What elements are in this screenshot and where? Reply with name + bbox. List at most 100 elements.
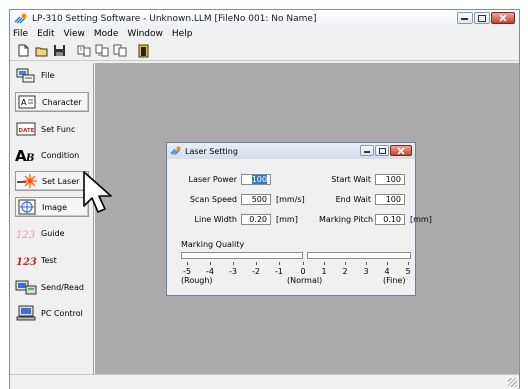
save-disk-icon bbox=[54, 45, 65, 56]
maximize-button[interactable] bbox=[474, 12, 490, 24]
menu-edit[interactable]: Edit bbox=[37, 29, 54, 39]
sidebar-item-label: Send/Read bbox=[41, 282, 84, 292]
end-wait-input[interactable]: 100 bbox=[375, 194, 405, 205]
quality-tick bbox=[408, 262, 409, 265]
menu-mode[interactable]: Mode bbox=[94, 29, 119, 39]
minimize-button[interactable] bbox=[457, 12, 473, 24]
quality-tick bbox=[279, 262, 280, 265]
dialog-maximize-button[interactable] bbox=[375, 145, 389, 156]
sidebar-item-pc-control[interactable]: PC Control bbox=[15, 303, 89, 323]
copy-icon bbox=[113, 44, 126, 57]
new-file-button[interactable] bbox=[16, 43, 31, 58]
quality-scale-label: 4 bbox=[384, 267, 390, 276]
start-wait-input[interactable]: 100 bbox=[375, 174, 405, 185]
quality-scale-label: 5 bbox=[405, 267, 411, 276]
file-computer-icon bbox=[15, 67, 37, 83]
quality-scale-label: -1 bbox=[275, 267, 283, 276]
sidebar-item-label: Condition bbox=[41, 150, 80, 160]
quality-tick bbox=[210, 262, 211, 265]
exit-button[interactable] bbox=[136, 43, 151, 58]
image-icon bbox=[16, 199, 38, 215]
quality-scale-label: -3 bbox=[229, 267, 237, 276]
sidebar-item-label: Image bbox=[42, 202, 68, 212]
app-laser-icon bbox=[170, 146, 181, 155]
laser-icon bbox=[16, 173, 38, 189]
maximize-icon bbox=[378, 147, 386, 154]
dialog-minimize-button[interactable] bbox=[360, 145, 374, 156]
sidebar-item-character[interactable]: A Character bbox=[15, 92, 89, 112]
open-button[interactable] bbox=[34, 43, 49, 58]
quality-scale-label: -2 bbox=[252, 267, 260, 276]
copy-button[interactable] bbox=[112, 43, 127, 58]
exit-door-icon bbox=[138, 44, 148, 57]
svg-text:123: 123 bbox=[16, 230, 35, 240]
sidebar-item-label: Set Func bbox=[41, 124, 76, 134]
close-icon bbox=[499, 14, 507, 22]
transfer-button[interactable] bbox=[94, 43, 109, 58]
quality-tick bbox=[324, 262, 325, 265]
scan-speed-input[interactable]: 500 bbox=[241, 194, 271, 205]
sidebar-item-set-laser[interactable]: Set Laser bbox=[15, 171, 89, 191]
minimize-icon bbox=[461, 18, 468, 20]
svg-text:123: 123 bbox=[16, 257, 37, 267]
status-bar bbox=[10, 374, 519, 389]
marking-quality-fine-track[interactable] bbox=[307, 252, 411, 259]
quality-tick bbox=[303, 262, 304, 265]
scan-speed-unit: [mm/s] bbox=[276, 195, 305, 204]
open-folder-icon bbox=[35, 47, 47, 56]
laser-power-input[interactable]: 100 bbox=[241, 174, 271, 185]
quality-scale-label: 2 bbox=[342, 267, 348, 276]
date-icon: DATE bbox=[15, 121, 37, 137]
new-file-icon bbox=[18, 44, 29, 57]
menu-window[interactable]: Window bbox=[127, 29, 163, 39]
dialog-close-button[interactable] bbox=[390, 145, 412, 156]
save-button[interactable] bbox=[52, 43, 67, 58]
marking-pitch-label: Marking Pitch bbox=[319, 215, 374, 224]
sidebar-item-label: File bbox=[41, 70, 55, 80]
sidebar-item-file[interactable]: File bbox=[15, 65, 89, 85]
sidebar-item-label: PC Control bbox=[41, 308, 83, 318]
title-bar[interactable]: LP-310 Setting Software - Unknown.LLM [F… bbox=[10, 10, 519, 27]
mouse-pointer-icon bbox=[83, 171, 112, 213]
line-width-unit: [mm] bbox=[276, 215, 298, 224]
dialog-title-bar[interactable]: Laser Setting bbox=[167, 143, 415, 159]
sidebar-item-test[interactable]: 123 Test bbox=[15, 250, 89, 270]
quality-tick bbox=[366, 262, 367, 265]
start-wait-label: Start Wait bbox=[331, 175, 371, 184]
condition-icon: AB bbox=[15, 147, 37, 163]
line-width-input[interactable]: 0.20 bbox=[241, 214, 271, 225]
quality-rough-label: (Rough) bbox=[181, 276, 213, 285]
sidebar-item-image[interactable]: Image bbox=[15, 197, 89, 217]
svg-text:B: B bbox=[25, 153, 34, 163]
pc-control-icon bbox=[15, 305, 37, 321]
scan-speed-label: Scan Speed bbox=[189, 195, 237, 204]
line-width-row: Line Width 0.20 [mm] bbox=[173, 214, 298, 225]
marking-quality-rough-track[interactable] bbox=[181, 252, 303, 259]
dialog-title: Laser Setting bbox=[185, 146, 238, 156]
menu-help[interactable]: Help bbox=[172, 29, 193, 39]
sidebar-item-set-func[interactable]: DATE Set Func bbox=[15, 119, 89, 139]
quality-tick bbox=[387, 262, 388, 265]
scan-speed-row: Scan Speed 500 [mm/s] bbox=[173, 194, 305, 205]
sidebar-item-label: Set Laser bbox=[42, 176, 80, 186]
quality-tick bbox=[345, 262, 346, 265]
sidebar-item-send-read[interactable]: Send/Read bbox=[15, 277, 89, 297]
sidebar-item-condition[interactable]: AB Condition bbox=[15, 145, 89, 165]
end-wait-label: End Wait bbox=[335, 195, 371, 204]
menu-view[interactable]: View bbox=[64, 29, 85, 39]
function-sidebar: File A Character DATE Set Func AB Condit… bbox=[11, 63, 94, 374]
quality-fine-label: (Fine) bbox=[383, 276, 406, 285]
send-read-icon bbox=[15, 279, 37, 295]
sidebar-item-guide[interactable]: 123 Guide bbox=[15, 223, 89, 243]
close-button[interactable] bbox=[491, 12, 515, 24]
test-icon: 123 bbox=[15, 252, 37, 268]
resize-grip-icon[interactable] bbox=[508, 378, 517, 387]
menu-file[interactable]: File bbox=[13, 29, 28, 39]
send-icon bbox=[77, 45, 90, 57]
marking-pitch-unit: [mm] bbox=[410, 215, 432, 224]
quality-scale-label: 3 bbox=[363, 267, 369, 276]
close-icon bbox=[397, 146, 405, 155]
quality-scale-label: -4 bbox=[206, 267, 214, 276]
marking-pitch-input[interactable]: 0.10 bbox=[375, 214, 405, 225]
send-button[interactable] bbox=[76, 43, 91, 58]
